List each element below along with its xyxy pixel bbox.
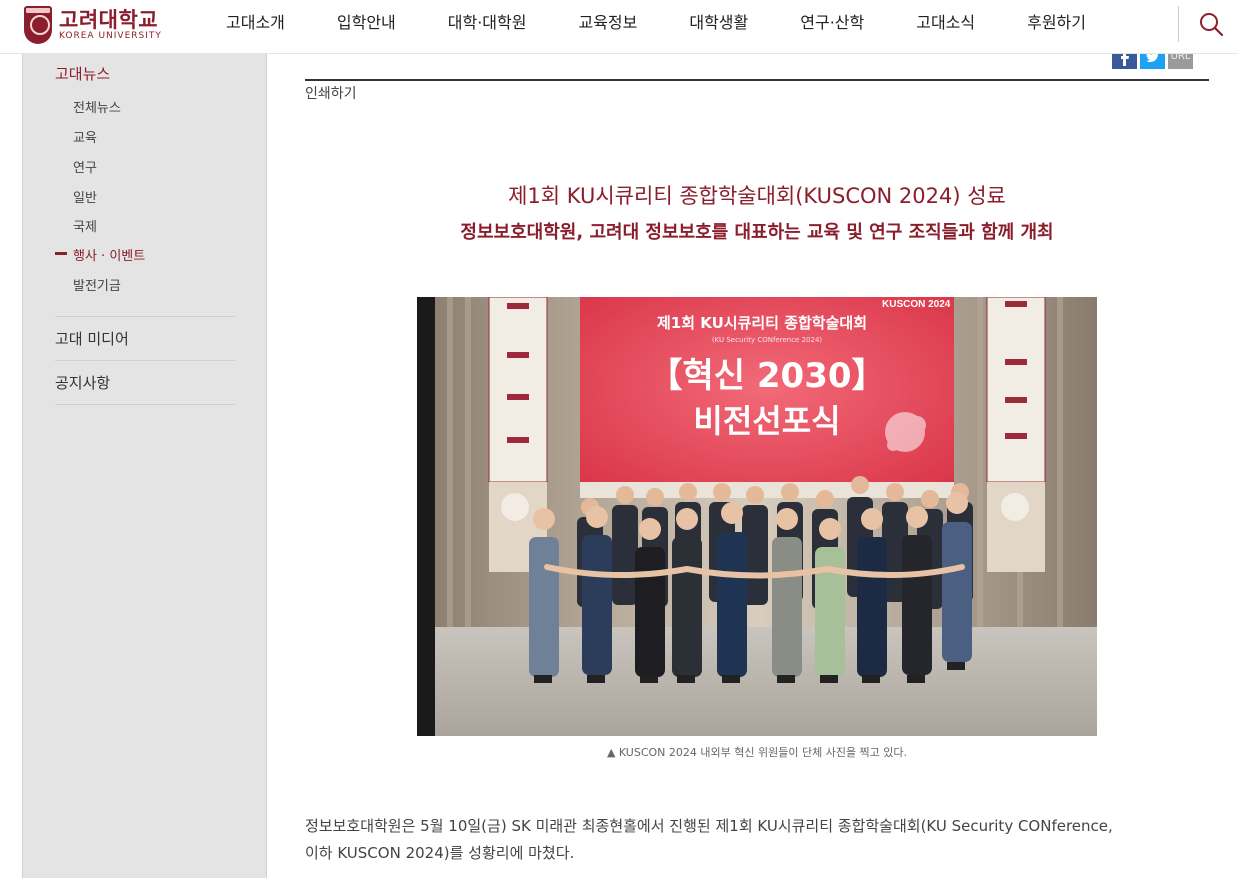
nav-item-donation[interactable]: 후원하기 xyxy=(1001,0,1112,48)
search-button[interactable] xyxy=(1197,10,1225,38)
logo-english-name: KOREA UNIVERSITY xyxy=(59,30,162,41)
logo-korean-name: 고려대학교 xyxy=(59,7,159,32)
article-body-line: 이하 KUSCON 2024)를 성황리에 마쳤다. xyxy=(305,844,575,862)
nav-item-colleges[interactable]: 대학·대학원 xyxy=(422,0,553,48)
sidebar-item-international[interactable]: 국제 xyxy=(73,216,97,235)
seal-icon xyxy=(24,6,52,44)
nav-item-campus-life[interactable]: 대학생활 xyxy=(663,0,774,48)
sidebar-item-events[interactable]: 행사 · 이벤트 xyxy=(73,245,145,264)
sidebar-heading-news[interactable]: 고대뉴스 xyxy=(55,63,110,84)
article-header-rule xyxy=(305,79,1209,81)
university-logo[interactable]: 고려대학교 KOREA UNIVERSITY xyxy=(24,6,162,44)
article-subtitle: 정보보호대학원, 고려대 정보보호를 대표하는 교육 및 연구 조직들과 함께 … xyxy=(460,222,1054,243)
active-marker-icon xyxy=(55,252,67,255)
sidebar-item-education[interactable]: 교육 xyxy=(73,127,97,146)
site-header: 고려대학교 KOREA UNIVERSITY 고대소개 입학안내 대학·대학원 … xyxy=(0,0,1238,54)
sidebar-item-media[interactable]: 고대 미디어 xyxy=(55,328,129,349)
sidebar-divider xyxy=(55,360,235,361)
sidebar-item-general[interactable]: 일반 xyxy=(73,187,97,206)
article-photo: KUSCON 2024 제1회 KU시큐리티 종합학술대회 (KU Securi… xyxy=(417,297,1097,736)
screen-headline-text: 【혁신 2030】 xyxy=(648,356,885,396)
screen-brand-text: KUSCON 2024 xyxy=(882,299,951,310)
sidebar-item-fund[interactable]: 발전기금 xyxy=(73,275,121,294)
photo-caption: ▲ KUSCON 2024 내외부 혁신 위원들이 단체 사진을 찍고 있다. xyxy=(606,746,908,759)
sidebar-divider xyxy=(55,404,235,405)
screen-subtitle-text: (KU Security CONference 2024) xyxy=(712,336,823,344)
search-icon xyxy=(1200,13,1224,37)
nav-item-admission[interactable]: 입학안내 xyxy=(311,0,422,48)
sidebar: 고대뉴스 전체뉴스 교육 연구 일반 국제 행사 · 이벤트 발전기금 고대 미… xyxy=(22,54,267,878)
group-photo-image: KUSCON 2024 제1회 KU시큐리티 종합학술대회 (KU Securi… xyxy=(417,297,1097,736)
print-button[interactable]: 인쇄하기 xyxy=(305,83,357,103)
nav-item-news[interactable]: 고대소식 xyxy=(890,0,1001,48)
sidebar-item-all-news[interactable]: 전체뉴스 xyxy=(73,97,121,116)
sidebar-item-research[interactable]: 연구 xyxy=(73,157,97,176)
screen-title-text: 제1회 KU시큐리티 종합학술대회 xyxy=(657,314,867,332)
sidebar-item-notices[interactable]: 공지사항 xyxy=(55,372,110,393)
article-title: 제1회 KU시큐리티 종합학술대회(KUSCON 2024) 성료 xyxy=(508,184,1006,208)
nav-item-academics[interactable]: 교육정보 xyxy=(552,0,663,48)
header-divider xyxy=(1178,6,1179,42)
sidebar-divider xyxy=(55,316,235,317)
article-body: 정보보호대학원은 5월 10일(금) SK 미래관 최종현홀에서 진행된 제1회… xyxy=(305,813,1215,867)
article-body-line: 정보보호대학원은 5월 10일(금) SK 미래관 최종현홀에서 진행된 제1회… xyxy=(305,817,1113,835)
global-nav: 고대소개 입학안내 대학·대학원 교육정보 대학생활 연구·산학 고대소식 후원… xyxy=(200,0,1112,48)
nav-item-about[interactable]: 고대소개 xyxy=(200,0,311,48)
screen-vision-text: 비전선포식 xyxy=(693,402,840,440)
nav-item-research[interactable]: 연구·산학 xyxy=(774,0,890,48)
